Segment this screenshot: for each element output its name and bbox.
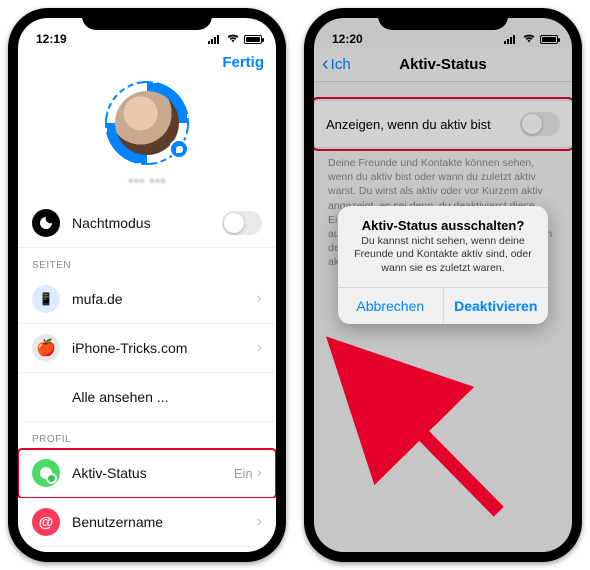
modal-overlay: Aktiv-Status ausschalten? Du kannst nich… [314, 18, 572, 552]
at-icon: @ [32, 508, 60, 536]
row-telefon[interactable]: Telefon Telefonnummer hi... › [18, 547, 276, 552]
signal-icon [208, 34, 222, 44]
alert-title: Aktiv-Status ausschalten? [338, 206, 548, 235]
section-profil: Profil [18, 422, 276, 449]
profile-section: ••• ••• [18, 77, 276, 199]
row-value: Ein [234, 466, 253, 481]
row-label: iPhone-Tricks.com [72, 340, 257, 356]
done-button[interactable]: Fertig [222, 54, 264, 71]
chevron-right-icon: › [257, 513, 262, 531]
row-aktiv-status[interactable]: Aktiv-Status Ein › [18, 449, 276, 498]
alert-dialog: Aktiv-Status ausschalten? Du kannst nich… [338, 206, 548, 325]
alert-body: Du kannst nicht sehen, wenn deine Freund… [338, 235, 548, 288]
row-label: Benutzername [72, 514, 257, 530]
row-label: Nachtmodus [72, 215, 222, 231]
alert-confirm-button[interactable]: Deaktivieren [444, 288, 549, 324]
wifi-icon [226, 32, 240, 46]
row-alle-ansehen[interactable]: Alle ansehen ... [18, 373, 276, 422]
profile-name: ••• ••• [18, 173, 276, 191]
chevron-right-icon: › [257, 290, 262, 308]
row-iphone-tricks[interactable]: 🍎 iPhone-Tricks.com › [18, 324, 276, 373]
toggle-nachtmodus[interactable] [222, 211, 262, 235]
status-time: 12:19 [36, 32, 67, 46]
page-icon: 📱 [32, 285, 60, 313]
chevron-right-icon: › [257, 339, 262, 357]
moon-icon [32, 209, 60, 237]
row-label: mufa.de [72, 291, 257, 307]
row-mufa[interactable]: 📱 mufa.de › [18, 275, 276, 324]
scan-code-ring[interactable] [105, 81, 189, 165]
spacer-icon [32, 383, 60, 411]
section-seiten: Seiten [18, 248, 276, 275]
phone-right: 12:20 ‹ Ich Aktiv-Status Anzeigen, wenn … [304, 8, 582, 562]
active-status-icon [32, 459, 60, 487]
row-label: Alle ansehen ... [72, 389, 262, 405]
notch [82, 8, 212, 30]
chevron-right-icon: › [257, 464, 262, 482]
messenger-icon [169, 139, 189, 159]
phone-left: 12:19 Fertig ••• ••• Nachtmodus [8, 8, 286, 562]
page-icon: 🍎 [32, 334, 60, 362]
navbar: Fertig [18, 48, 276, 77]
alert-cancel-button[interactable]: Abbrechen [338, 288, 444, 324]
notch [378, 8, 508, 30]
row-benutzername[interactable]: @ Benutzername › [18, 498, 276, 547]
row-label: Aktiv-Status [72, 465, 234, 481]
battery-icon [244, 35, 262, 44]
row-nachtmodus[interactable]: Nachtmodus [18, 199, 276, 248]
